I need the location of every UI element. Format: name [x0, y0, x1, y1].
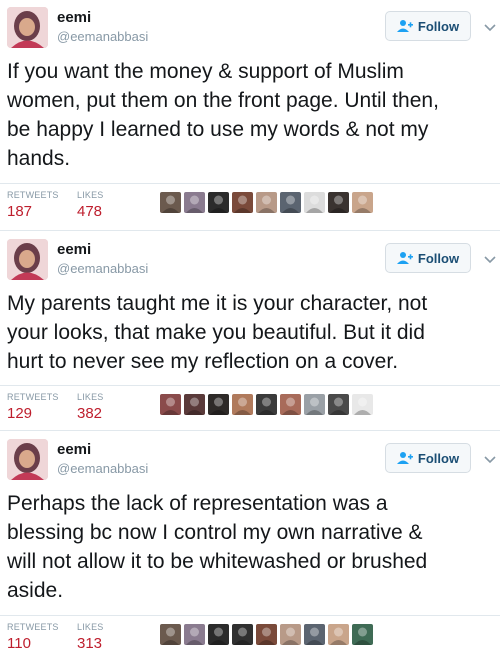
likes-count: 313 [77, 635, 103, 652]
add-user-icon [396, 19, 413, 33]
likes-count: 478 [77, 203, 103, 220]
tweet-2: eemi @eemanabbasi Follow My parents taug… [0, 232, 500, 432]
retweets-label: RETWEETS [7, 190, 59, 200]
retweets-stat[interactable]: RETWEETS 110 [7, 622, 59, 652]
retweets-count: 129 [7, 405, 33, 422]
tweet-text: My parents taught me it is your characte… [7, 292, 428, 373]
liker-avatar[interactable] [160, 624, 181, 645]
username[interactable]: @eemanabbasi [57, 261, 148, 276]
follow-button[interactable]: Follow [385, 243, 471, 273]
follow-label: Follow [417, 450, 460, 466]
liker-avatar[interactable] [184, 192, 205, 213]
likes-stat[interactable]: LIKES 478 [77, 190, 104, 220]
follow-label: Follow [417, 250, 460, 266]
tweet-stats: RETWEETS 187 LIKES 478 [0, 183, 500, 224]
retweets-count: 187 [7, 203, 33, 220]
chevron-down-icon[interactable] [484, 452, 496, 464]
add-user-icon [396, 251, 413, 265]
tweet-stats: RETWEETS 129 LIKES 382 [0, 385, 500, 426]
likes-label: LIKES [77, 622, 104, 632]
retweets-stat[interactable]: RETWEETS 187 [7, 190, 59, 220]
liker-avatar[interactable] [328, 624, 349, 645]
liker-avatar[interactable] [352, 394, 373, 415]
avatar[interactable] [7, 439, 48, 480]
likes-count: 382 [77, 405, 103, 422]
username[interactable]: @eemanabbasi [57, 29, 148, 44]
liker-avatar[interactable] [160, 394, 181, 415]
chevron-down-icon[interactable] [484, 20, 496, 32]
tweet-3: eemi @eemanabbasi Follow Perhaps the lac… [0, 432, 500, 665]
liker-avatar[interactable] [304, 394, 325, 415]
avatar[interactable] [7, 7, 48, 48]
tweet-text: If you want the money & support of Musli… [7, 60, 439, 170]
liker-avatar[interactable] [256, 192, 277, 213]
likes-label: LIKES [77, 392, 104, 402]
display-name[interactable]: eemi [57, 441, 91, 458]
liker-avatar[interactable] [184, 394, 205, 415]
liker-avatar[interactable] [304, 192, 325, 213]
follow-button[interactable]: Follow [385, 11, 471, 41]
liker-avatar[interactable] [328, 394, 349, 415]
liker-avatar[interactable] [208, 624, 229, 645]
tweet-1: eemi @eemanabbasi Follow If you want the… [0, 0, 500, 232]
liker-avatar[interactable] [280, 624, 301, 645]
liker-avatar[interactable] [256, 624, 277, 645]
liker-avatars [160, 394, 373, 416]
liker-avatar[interactable] [280, 394, 301, 415]
divider [0, 430, 500, 431]
liker-avatar[interactable] [352, 192, 373, 213]
liker-avatar[interactable] [184, 624, 205, 645]
chevron-down-icon[interactable] [484, 252, 496, 264]
likes-label: LIKES [77, 190, 104, 200]
liker-avatar[interactable] [232, 192, 253, 213]
likes-stat[interactable]: LIKES 313 [77, 622, 104, 652]
display-name[interactable]: eemi [57, 241, 91, 258]
tweet-stats: RETWEETS 110 LIKES 313 [0, 615, 500, 656]
liker-avatar[interactable] [160, 192, 181, 213]
liker-avatars [160, 624, 373, 646]
retweets-label: RETWEETS [7, 622, 59, 632]
liker-avatar[interactable] [304, 624, 325, 645]
retweets-stat[interactable]: RETWEETS 129 [7, 392, 59, 422]
liker-avatar[interactable] [328, 192, 349, 213]
likes-stat[interactable]: LIKES 382 [77, 392, 104, 422]
retweets-count: 110 [7, 635, 31, 652]
divider [0, 230, 500, 231]
avatar[interactable] [7, 239, 48, 280]
retweets-label: RETWEETS [7, 392, 59, 402]
liker-avatar[interactable] [208, 394, 229, 415]
liker-avatar[interactable] [232, 624, 253, 645]
follow-label: Follow [417, 18, 460, 34]
display-name[interactable]: eemi [57, 9, 91, 26]
add-user-icon [396, 451, 413, 465]
tweet-text: Perhaps the lack of representation was a… [7, 492, 428, 602]
liker-avatar[interactable] [256, 394, 277, 415]
username[interactable]: @eemanabbasi [57, 461, 148, 476]
follow-button[interactable]: Follow [385, 443, 471, 473]
liker-avatar[interactable] [208, 192, 229, 213]
liker-avatar[interactable] [352, 624, 373, 645]
liker-avatar[interactable] [280, 192, 301, 213]
liker-avatar[interactable] [232, 394, 253, 415]
liker-avatars [160, 192, 373, 214]
